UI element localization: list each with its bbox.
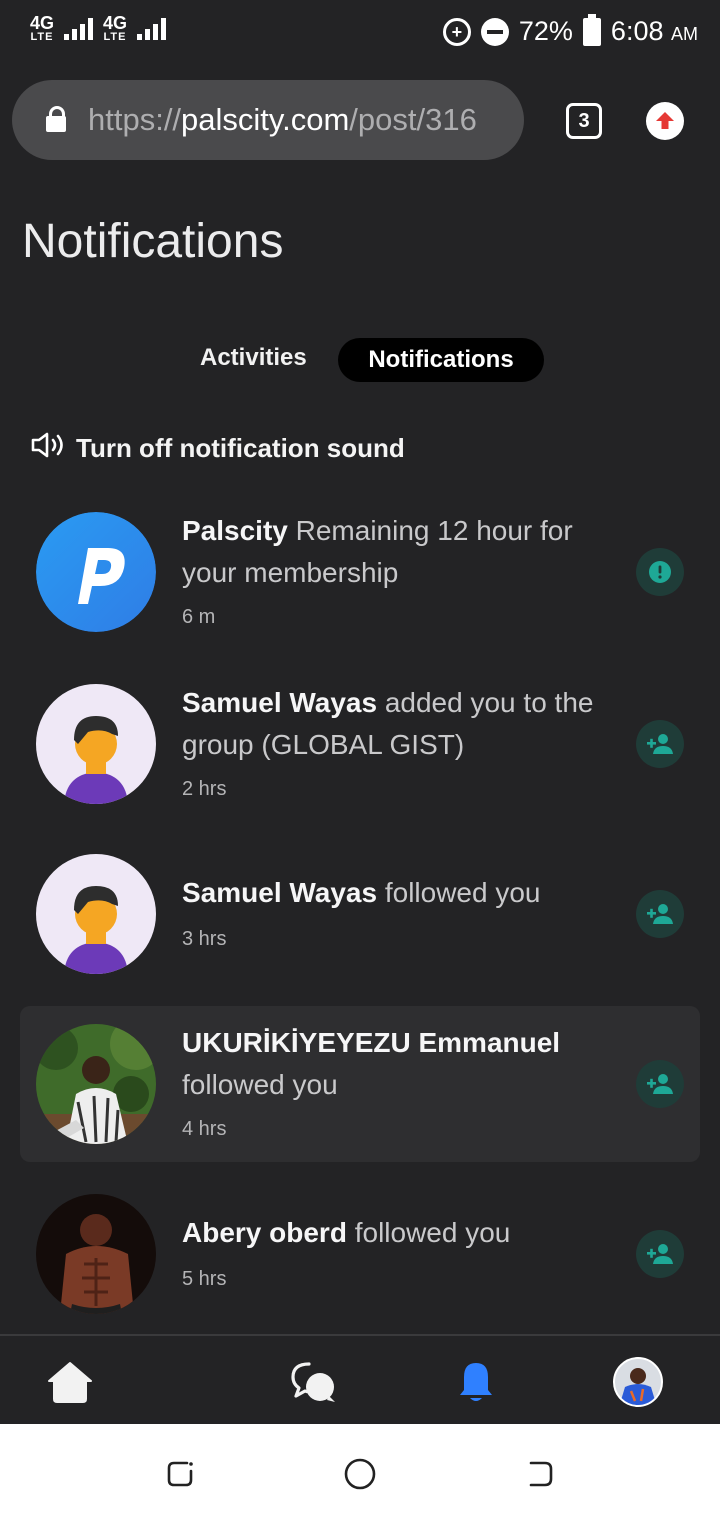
person-add-icon — [636, 890, 684, 938]
profile-avatar[interactable] — [612, 1356, 664, 1408]
tab-switcher-button[interactable]: 3 — [566, 103, 602, 139]
tab-notifications[interactable]: Notifications — [338, 338, 544, 382]
person-add-icon — [636, 1230, 684, 1278]
notification-item[interactable]: Abery oberd followed you 5 hrs — [20, 1182, 700, 1332]
do-not-disturb-icon — [480, 17, 509, 46]
notification-item[interactable]: Palscity Remaining 12 hour for your memb… — [20, 500, 700, 650]
notification-time: 6 m — [182, 606, 216, 628]
recent-apps-icon[interactable] — [160, 1454, 200, 1494]
default-user-avatar — [36, 684, 156, 804]
notification-text: Palscity Remaining 12 hour for your memb… — [182, 515, 573, 588]
notification-time: 3 hrs — [182, 928, 227, 950]
user-photo-avatar — [36, 1194, 156, 1314]
address-bar[interactable]: https://palscity.com/post/316 — [12, 80, 524, 160]
data-saver-icon: + — [442, 17, 471, 46]
lock-icon — [46, 106, 66, 132]
person-add-icon — [636, 1060, 684, 1108]
user-photo-avatar — [36, 1024, 156, 1144]
clock-ampm: AM — [671, 24, 698, 44]
notification-sound-toggle[interactable]: Turn off notification sound — [30, 430, 405, 467]
notification-time: 4 hrs — [182, 1118, 227, 1140]
status-bar: 4G LTE 4G LTE + 72% 6:08 AM — [0, 0, 720, 66]
battery-percent: 72% — [518, 16, 573, 46]
bottom-nav — [0, 1334, 720, 1424]
network-type-1: 4G LTE — [30, 13, 55, 43]
chat-icon[interactable] — [288, 1356, 340, 1408]
signal-icon — [137, 17, 167, 40]
page-title: Notifications — [22, 215, 284, 268]
home-icon[interactable] — [44, 1356, 96, 1408]
home-button-icon[interactable] — [340, 1454, 380, 1494]
url-text: https://palscity.com/post/316 — [88, 102, 477, 137]
notification-text: Samuel Wayas added you to the group (GLO… — [182, 687, 594, 760]
notification-time: 2 hrs — [182, 778, 227, 800]
update-icon[interactable] — [646, 102, 684, 140]
notification-text: Samuel Wayas followed you — [182, 877, 541, 908]
sound-toggle-label: Turn off notification sound — [76, 433, 405, 463]
network-type-2: 4G LTE — [103, 13, 128, 43]
back-icon[interactable] — [520, 1454, 560, 1494]
notification-text: UKURİKİYEYEZU Emmanuel followed you — [182, 1027, 561, 1100]
system-navigation-bar — [0, 1424, 720, 1520]
person-add-icon — [636, 720, 684, 768]
clock: 6:08 — [610, 16, 664, 46]
notification-item[interactable]: Samuel Wayas followed you 3 hrs — [20, 842, 700, 992]
speaker-icon — [30, 430, 68, 467]
notification-time: 5 hrs — [182, 1268, 227, 1290]
notification-item[interactable]: UKURİKİYEYEZU Emmanuel followed you 4 hrs — [20, 1006, 700, 1162]
tab-bar: Activities Notifications — [0, 338, 720, 382]
tab-activities[interactable]: Activities — [200, 344, 307, 372]
palscity-logo — [36, 512, 156, 632]
notification-text: Abery oberd followed you — [182, 1217, 511, 1248]
exclamation-icon — [636, 548, 684, 596]
notification-item[interactable]: Samuel Wayas added you to the group (GLO… — [20, 672, 700, 822]
default-user-avatar — [36, 854, 156, 974]
signal-icon — [64, 17, 94, 40]
bell-icon[interactable] — [450, 1356, 502, 1408]
battery-icon — [582, 13, 601, 46]
